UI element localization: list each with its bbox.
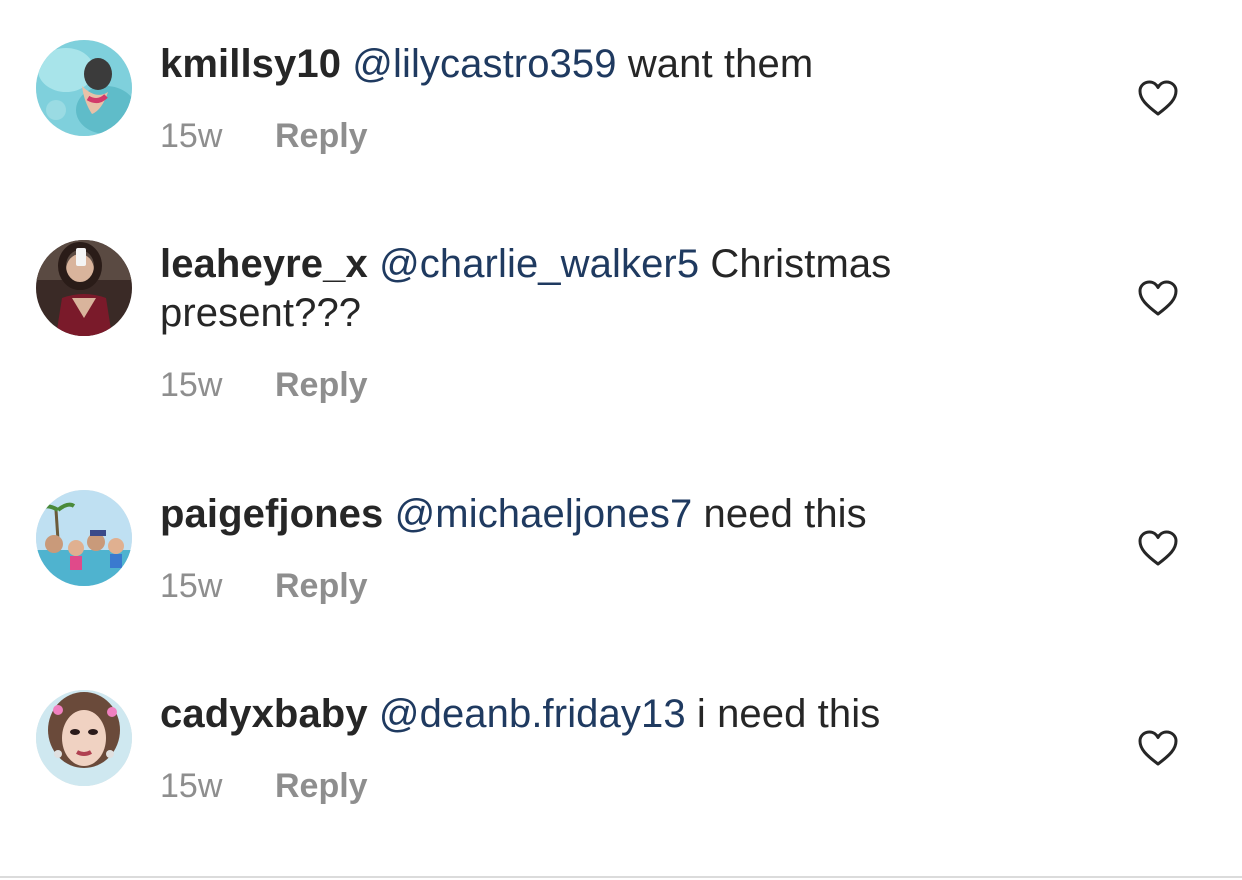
avatar[interactable] [36, 240, 132, 336]
avatar[interactable] [36, 40, 132, 136]
comment-body: cadyxbaby @deanb.friday13 i need this [160, 690, 1060, 739]
heart-outline-icon [1138, 280, 1178, 316]
comment-list: kmillsy10 @lilycastro359 want them 15w Re… [0, 0, 1242, 880]
comment-text: i need this [685, 692, 881, 736]
comment-mention[interactable]: @charlie_walker5 [379, 242, 699, 286]
comment-meta: 15w Reply [160, 116, 368, 156]
comment-mention[interactable]: @lilycastro359 [352, 42, 616, 86]
comment-text: want them [616, 42, 814, 86]
comment-meta: 15w Reply [160, 766, 368, 806]
reply-button[interactable]: Reply [275, 117, 368, 155]
comment-body: kmillsy10 @lilycastro359 want them [160, 40, 1060, 89]
comment-username[interactable]: kmillsy10 [160, 42, 341, 86]
comment-body: leaheyre_x @charlie_walker5 Christmas pr… [160, 240, 1060, 338]
comment-timestamp: 15w [160, 767, 223, 805]
like-button[interactable] [1136, 728, 1180, 768]
comment-meta: 15w Reply [160, 566, 368, 606]
comment-body: paigefjones @michaeljones7 need this [160, 490, 1060, 539]
like-button[interactable] [1136, 528, 1180, 568]
comment-username[interactable]: paigefjones [160, 492, 383, 536]
heart-outline-icon [1138, 530, 1178, 566]
reply-button[interactable]: Reply [275, 366, 368, 404]
comment-timestamp: 15w [160, 117, 223, 155]
comment-username[interactable]: cadyxbaby [160, 692, 368, 736]
avatar-photo-selfie [36, 240, 132, 336]
reply-button[interactable]: Reply [275, 567, 368, 605]
comment-username[interactable]: leaheyre_x [160, 242, 368, 286]
avatar[interactable] [36, 490, 132, 586]
comment-mention[interactable]: @deanb.friday13 [379, 692, 686, 736]
comment-timestamp: 15w [160, 567, 223, 605]
comment-text: need this [692, 492, 867, 536]
heart-outline-icon [1138, 730, 1178, 766]
like-button[interactable] [1136, 78, 1180, 118]
heart-outline-icon [1138, 80, 1178, 116]
comment-timestamp: 15w [160, 366, 223, 404]
avatar-photo-portrait [36, 690, 132, 786]
avatar[interactable] [36, 690, 132, 786]
comment-mention[interactable]: @michaeljones7 [395, 492, 693, 536]
comment-meta: 15w Reply [160, 365, 368, 405]
avatar-photo-family [36, 490, 132, 586]
like-button[interactable] [1136, 278, 1180, 318]
avatar-photo-pool [36, 40, 132, 136]
bottom-divider [0, 876, 1242, 878]
reply-button[interactable]: Reply [275, 767, 368, 805]
